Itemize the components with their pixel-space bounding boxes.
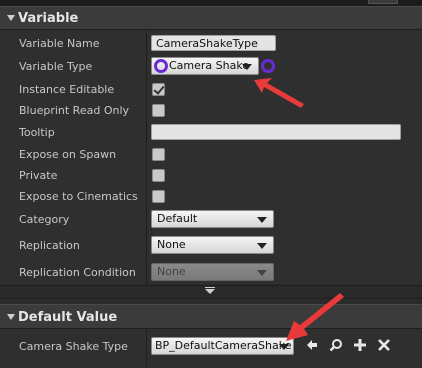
chevron-down-icon [205, 289, 215, 294]
expose-to-cinematics-label: Expose to Cinematics [19, 190, 138, 203]
blueprint-read-only-label: Blueprint Read Only [19, 104, 130, 117]
expose-on-spawn-checkbox[interactable] [152, 148, 165, 161]
tooltip-label: Tooltip [19, 126, 55, 139]
private-row: Private [0, 165, 422, 186]
replication-condition-label: Replication Condition [19, 266, 136, 279]
category-dropdown[interactable]: Default [151, 210, 274, 228]
category-row: Category Default [0, 208, 422, 233]
chevron-down-icon [257, 243, 267, 249]
container-type-pin-icon[interactable] [261, 59, 275, 73]
camera-shake-type-dropdown[interactable]: BP_DefaultCameraShake [151, 337, 294, 355]
replication-label: Replication [19, 239, 80, 252]
section-title: Default Value [18, 310, 118, 325]
expand-bar-icon [205, 287, 215, 288]
instance-editable-checkbox[interactable] [152, 83, 165, 96]
private-label: Private [19, 169, 58, 182]
replication-condition-value: None [157, 265, 186, 278]
expose-to-cinematics-checkbox[interactable] [152, 190, 165, 203]
chevron-down-icon [257, 217, 267, 223]
category-label: Category [19, 213, 70, 226]
collapse-triangle-icon[interactable] [7, 314, 15, 320]
variable-type-row: Variable Type Camera Shake [0, 55, 422, 79]
instance-editable-row: Instance Editable [0, 79, 422, 100]
top-tab [368, 0, 398, 4]
blueprint-read-only-checkbox[interactable] [152, 104, 165, 117]
section-title: Variable [18, 11, 79, 26]
variable-name-label: Variable Name [19, 37, 100, 50]
replication-value: None [157, 238, 186, 251]
category-value: Default [157, 212, 198, 225]
type-pin-icon [154, 59, 168, 73]
variable-section-header[interactable]: Variable [0, 6, 422, 30]
chevron-down-icon [257, 270, 267, 276]
tooltip-row: Tooltip [0, 121, 422, 144]
replication-condition-row: Replication Condition None [0, 260, 422, 284]
private-checkbox[interactable] [152, 169, 165, 182]
replication-condition-dropdown[interactable]: None [151, 263, 274, 281]
variable-type-dropdown[interactable]: Camera Shake [151, 57, 259, 75]
camera-shake-type-value: BP_DefaultCameraShake [155, 339, 292, 352]
replication-row: Replication None [0, 233, 422, 260]
x-icon[interactable] [377, 338, 391, 352]
plus-icon[interactable] [353, 338, 367, 352]
collapse-triangle-icon[interactable] [7, 15, 15, 21]
instance-editable-label: Instance Editable [19, 83, 115, 96]
expose-on-spawn-label: Expose on Spawn [19, 148, 117, 161]
blueprint-read-only-row: Blueprint Read Only [0, 100, 422, 121]
replication-dropdown[interactable]: None [151, 236, 274, 254]
variable-name-input[interactable]: CameraShakeType [151, 35, 276, 51]
expose-on-spawn-row: Expose on Spawn [0, 144, 422, 165]
variable-name-row: Variable Name CameraShakeType [0, 33, 422, 55]
camera-shake-type-label: Camera Shake Type [19, 340, 128, 353]
variable-type-label: Variable Type [19, 60, 93, 73]
variable-type-value: Camera Shake [169, 59, 250, 72]
chevron-down-icon [242, 64, 252, 70]
default-value-section-header[interactable]: Default Value [0, 304, 422, 329]
expose-to-cinematics-row: Expose to Cinematics [0, 186, 422, 208]
tooltip-input[interactable] [151, 124, 401, 140]
annotation-arrow [286, 293, 344, 341]
advanced-expander[interactable] [0, 285, 422, 299]
annotation-arrow [254, 78, 304, 108]
